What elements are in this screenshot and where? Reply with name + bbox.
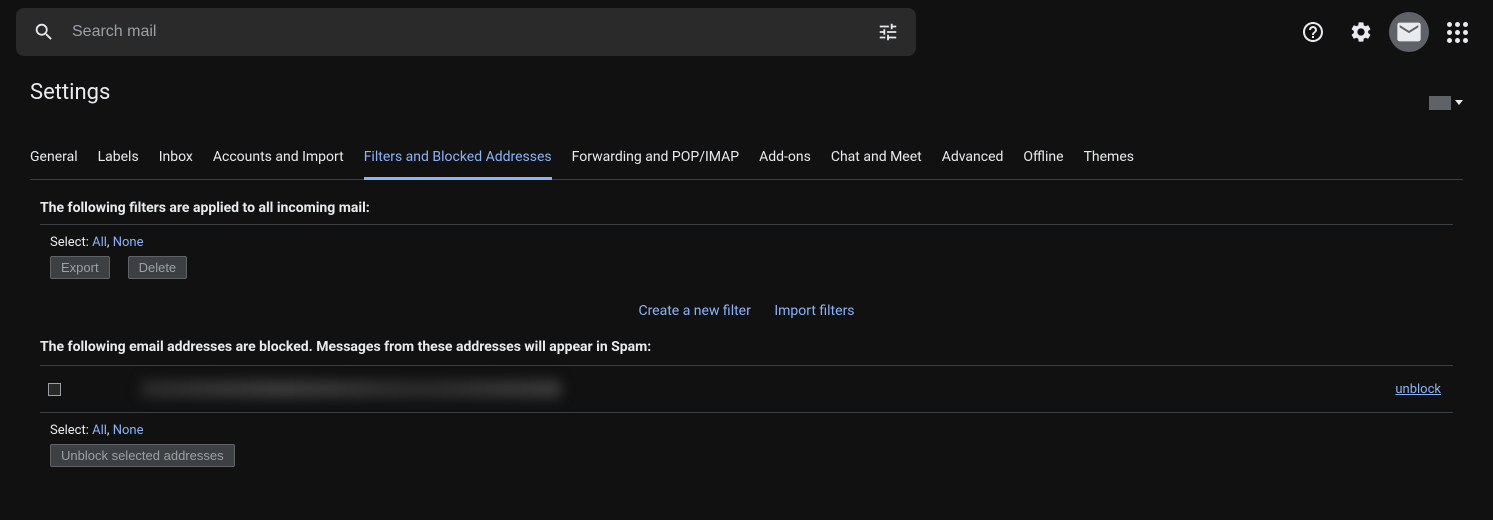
table-row: unblock (40, 366, 1453, 412)
tab-addons[interactable]: Add-ons (759, 137, 811, 179)
unblock-link[interactable]: unblock (1395, 382, 1441, 397)
language-icon (1429, 96, 1451, 110)
export-button[interactable]: Export (50, 256, 110, 279)
select-none-link[interactable]: None (113, 423, 144, 438)
avatar[interactable] (1389, 12, 1429, 52)
tab-offline[interactable]: Offline (1023, 137, 1063, 179)
blocked-select-row: Select: All, None (50, 423, 1463, 438)
import-filters-link[interactable]: Import filters (774, 303, 854, 319)
tune-icon[interactable] (868, 12, 908, 52)
page-title: Settings (30, 80, 110, 105)
blocked-heading: The following email addresses are blocke… (40, 339, 1463, 355)
help-icon[interactable] (1293, 12, 1333, 52)
delete-button[interactable]: Delete (128, 256, 188, 279)
filters-heading: The following filters are applied to all… (40, 200, 1463, 216)
create-filter-link[interactable]: Create a new filter (638, 303, 750, 319)
tab-accounts-import[interactable]: Accounts and Import (213, 137, 344, 179)
select-label: Select: (50, 235, 92, 250)
settings-tabs: General Labels Inbox Accounts and Import… (30, 137, 1463, 180)
chevron-down-icon (1455, 100, 1463, 105)
blocked-addresses-table: unblock (40, 365, 1453, 413)
tab-chat-meet[interactable]: Chat and Meet (831, 137, 922, 179)
apps-icon[interactable] (1437, 12, 1477, 52)
select-none-link[interactable]: None (113, 235, 144, 250)
row-checkbox[interactable] (48, 383, 61, 396)
tab-forwarding[interactable]: Forwarding and POP/IMAP (572, 137, 739, 179)
tab-filters-blocked[interactable]: Filters and Blocked Addresses (364, 137, 552, 180)
gear-icon[interactable] (1341, 12, 1381, 52)
select-all-link[interactable]: All (92, 235, 107, 250)
select-all-link[interactable]: All (92, 423, 107, 438)
search-input[interactable] (64, 23, 868, 41)
tab-themes[interactable]: Themes (1084, 137, 1134, 179)
search-container (16, 8, 916, 56)
search-icon[interactable] (24, 12, 64, 52)
tab-labels[interactable]: Labels (98, 137, 139, 179)
language-selector[interactable] (1429, 96, 1463, 110)
tab-inbox[interactable]: Inbox (159, 137, 193, 179)
filters-select-row: Select: All, None (50, 235, 1453, 250)
tab-advanced[interactable]: Advanced (942, 137, 1004, 179)
tab-general[interactable]: General (30, 137, 78, 179)
unblock-selected-button[interactable]: Unblock selected addresses (50, 444, 235, 467)
blocked-address (141, 380, 561, 398)
select-label: Select: (50, 423, 92, 438)
